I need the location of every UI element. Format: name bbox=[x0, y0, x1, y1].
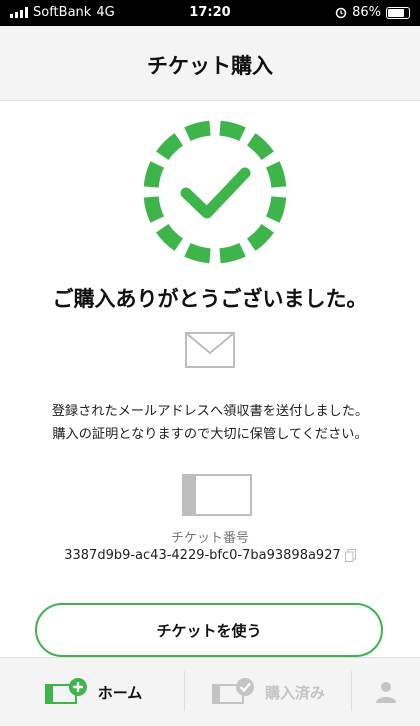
alarm-icon bbox=[335, 7, 347, 18]
thanks-title: ご購入ありがとうございました。 bbox=[52, 287, 368, 311]
page-title: チケット購入 bbox=[147, 54, 273, 78]
tab-account[interactable] bbox=[352, 658, 420, 726]
page-header: チケット購入 bbox=[0, 26, 420, 101]
tab-purchased-label: 購入済み bbox=[264, 683, 325, 702]
mail-icon bbox=[185, 332, 235, 368]
check-circle-icon bbox=[143, 120, 287, 264]
tab-purchased[interactable]: 購入済み bbox=[184, 658, 350, 726]
status-bar: SoftBank 4G 17:20 86% bbox=[0, 0, 420, 26]
tab-home[interactable]: ホーム bbox=[0, 658, 184, 726]
receipt-message: 登録されたメールアドレスへ領収書を送付しました。 購入の証明となりますので大切に… bbox=[0, 400, 420, 446]
copy-icon[interactable] bbox=[344, 549, 356, 562]
ticket-icon bbox=[182, 474, 252, 516]
account-icon bbox=[376, 682, 396, 703]
ticket-number-row: 3387d9b9-ac43-4229-bfc0-7ba93898a927 bbox=[0, 548, 420, 563]
home-plus-icon bbox=[44, 678, 87, 704]
battery-percent: 86% bbox=[352, 5, 381, 20]
receipt-message-line-1: 登録されたメールアドレスへ領収書を送付しました。 bbox=[51, 404, 369, 419]
use-ticket-button[interactable]: チケットを使う bbox=[35, 603, 383, 657]
tab-home-label: ホーム bbox=[97, 683, 143, 702]
purchased-check-icon bbox=[211, 678, 254, 704]
receipt-message-line-2: 購入の証明となりますので大切に保管してください。 bbox=[52, 427, 368, 442]
ticket-number-label: チケット番号 bbox=[170, 531, 249, 546]
battery-icon bbox=[386, 6, 410, 19]
status-bar-right: 86% bbox=[335, 5, 410, 20]
ticket-number: 3387d9b9-ac43-4229-bfc0-7ba93898a927 bbox=[64, 548, 341, 563]
tab-bar: ホーム 購入済み bbox=[0, 657, 420, 726]
